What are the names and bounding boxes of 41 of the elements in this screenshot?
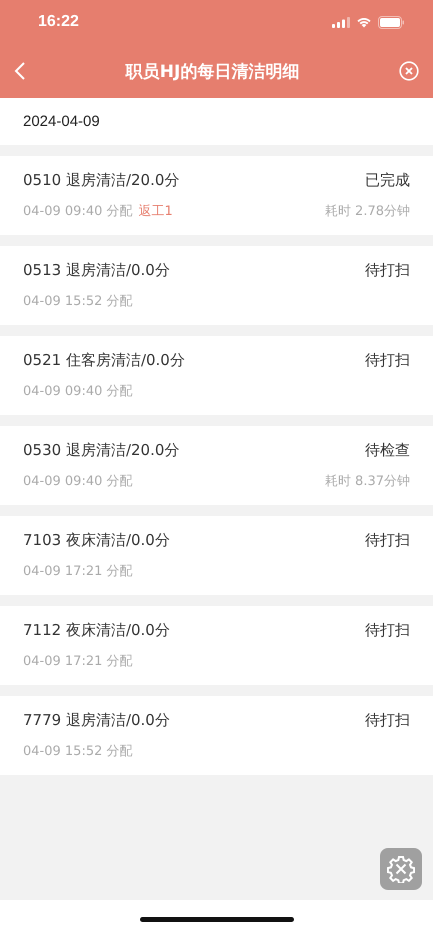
back-icon[interactable] [14, 61, 26, 81]
task-status: 待打扫 [365, 711, 410, 730]
date-text: 2024-04-09 [23, 113, 100, 130]
time-spent: 耗时 2.78分钟 [324, 203, 410, 220]
settings-button[interactable] [380, 848, 422, 890]
assigned-time: 04-09 17:21 分配 [23, 563, 133, 580]
signal-icon [332, 16, 350, 28]
task-status: 待检查 [365, 441, 410, 460]
task-title: 7103 夜床清洁/0.0分 [23, 531, 171, 550]
task-title: 0530 退房清洁/20.0分 [23, 441, 180, 460]
assigned-time: 04-09 15:52 分配 [23, 293, 133, 310]
task-card[interactable]: 7112 夜床清洁/0.0分 待打扫 04-09 17:21 分配 [0, 606, 433, 685]
assigned-time: 04-09 17:21 分配 [23, 653, 133, 670]
task-card[interactable]: 7103 夜床清洁/0.0分 待打扫 04-09 17:21 分配 [0, 516, 433, 595]
assigned-time: 04-09 09:40 分配 [23, 203, 133, 220]
task-status: 待打扫 [365, 351, 410, 370]
rework-count: 返工1 [138, 203, 173, 220]
task-title: 7779 退房清洁/0.0分 [23, 711, 171, 730]
assigned-time: 04-09 09:40 分配 [23, 473, 133, 490]
status-time: 16:22 [38, 13, 79, 31]
task-card[interactable]: 0521 住客房清洁/0.0分 待打扫 04-09 09:40 分配 [0, 336, 433, 415]
task-status: 待打扫 [365, 621, 410, 640]
time-spent: 耗时 8.37分钟 [324, 473, 410, 490]
task-card[interactable]: 0513 退房清洁/0.0分 待打扫 04-09 15:52 分配 [0, 246, 433, 325]
task-title: 7112 夜床清洁/0.0分 [23, 621, 171, 640]
close-icon[interactable] [399, 61, 419, 81]
task-title: 0513 退房清洁/0.0分 [23, 261, 171, 280]
task-card[interactable]: 0510 退房清洁/20.0分 已完成 04-09 09:40 分配 返工1 耗时 2.78分钟 [0, 156, 433, 235]
settings-icon [387, 855, 415, 883]
task-status: 待打扫 [365, 261, 410, 280]
assigned-time: 04-09 09:40 分配 [23, 383, 133, 400]
wifi-icon [356, 16, 372, 28]
task-status: 待打扫 [365, 531, 410, 550]
task-status: 已完成 [365, 171, 410, 190]
task-card[interactable]: 7779 退房清洁/0.0分 待打扫 04-09 15:52 分配 [0, 696, 433, 775]
task-title: 0521 住客房清洁/0.0分 [23, 351, 186, 370]
task-card[interactable]: 0530 退房清洁/20.0分 待检查 04-09 09:40 分配 耗时 8.37分钟 [0, 426, 433, 505]
page-title: 职员HJ的每日清洁明细 [124, 60, 300, 82]
battery-icon [378, 16, 405, 28]
task-title: 0510 退房清洁/20.0分 [23, 171, 180, 190]
assigned-time: 04-09 15:52 分配 [23, 743, 133, 760]
